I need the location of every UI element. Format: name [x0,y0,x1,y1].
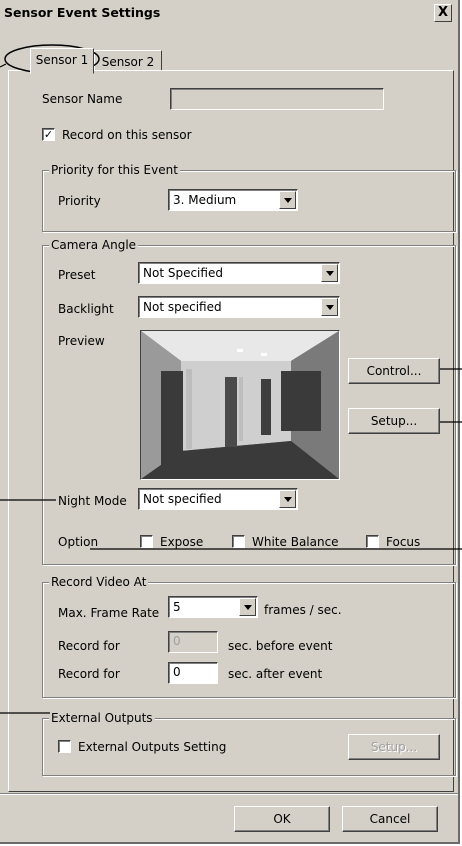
white-balance-checkbox[interactable] [232,535,245,548]
record-before-field[interactable]: 0 [168,631,218,653]
priority-group-legend: Priority for this Event [49,163,180,177]
sensor-name-label: Sensor Name [42,92,123,106]
sensor-name-field[interactable] [170,88,384,110]
chevron-down-icon[interactable] [279,191,296,209]
frame-rate-label: Max. Frame Rate [58,606,160,620]
night-mode-select[interactable]: Not specified [138,488,298,510]
record-video-legend: Record Video At [49,575,149,589]
record-on-sensor-checkbox[interactable]: ✓ [42,128,55,141]
record-after-field[interactable]: 0 [168,662,218,684]
chevron-down-icon[interactable] [239,598,256,616]
white-balance-label: White Balance [252,535,339,549]
external-setup-button[interactable]: Setup... [348,734,440,760]
preset-select[interactable]: Not Specified [138,262,340,284]
camera-angle-legend: Camera Angle [49,238,139,252]
preset-label: Preset [58,268,96,282]
night-mode-label: Night Mode [58,494,127,508]
title-bar: Sensor Event Settings X [0,0,458,26]
frame-rate-select[interactable]: 5 [168,596,258,618]
backlight-select-value: Not specified [143,300,222,314]
chevron-down-icon[interactable] [321,298,338,316]
record-on-sensor-label: Record on this sensor [62,128,192,142]
footer-separator [0,793,458,795]
backlight-label: Backlight [58,302,114,316]
frame-rate-unit: frames / sec. [264,603,342,617]
ok-button[interactable]: OK [234,806,330,832]
camera-preview-image [140,330,340,480]
frame-rate-value: 5 [173,600,181,614]
option-label: Option [58,535,99,549]
preview-label: Preview [58,334,105,348]
expose-checkbox[interactable] [140,535,153,548]
chevron-down-icon[interactable] [279,490,296,508]
night-mode-select-value: Not specified [143,492,222,506]
focus-label: Focus [386,535,421,549]
chevron-down-icon[interactable] [321,264,338,282]
window-title: Sensor Event Settings [4,5,161,20]
external-outputs-checkbox[interactable] [58,740,71,753]
tab-sensor-1[interactable]: Sensor 1 [30,48,94,74]
expose-label: Expose [160,535,204,549]
control-button[interactable]: Control... [348,358,440,384]
focus-checkbox[interactable] [366,535,379,548]
setup-button[interactable]: Setup... [348,408,440,434]
record-after-unit: sec. after event [228,667,323,681]
cancel-button[interactable]: Cancel [342,806,438,832]
external-outputs-legend: External Outputs [49,711,155,725]
external-outputs-label: External Outputs Setting [78,740,227,754]
hallway-preview-graphic [141,331,339,479]
sensor-event-settings-dialog: Sensor Event Settings X Sensor 1 Sensor … [0,0,460,844]
record-before-label: Record for [58,639,120,653]
preset-select-value: Not Specified [143,266,223,280]
record-after-label: Record for [58,667,120,681]
record-before-unit: sec. before event [228,639,333,653]
priority-label: Priority [58,194,101,208]
priority-select-value: 3. Medium [173,193,237,207]
backlight-select[interactable]: Not specified [138,296,340,318]
priority-select[interactable]: 3. Medium [168,189,298,211]
close-button[interactable]: X [434,4,452,22]
